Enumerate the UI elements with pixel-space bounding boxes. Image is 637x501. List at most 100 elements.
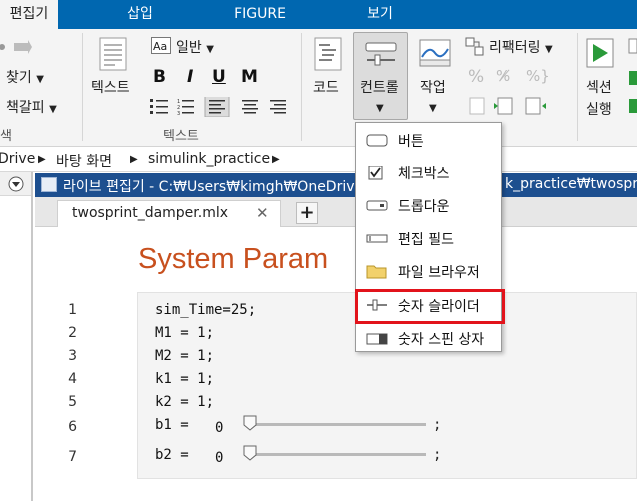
line-number: 6 [68, 419, 77, 435]
panel-header [0, 172, 31, 196]
control-button-label: 컨트롤 [360, 80, 399, 96]
slider-value: 0 [215, 450, 224, 466]
bookmark-button[interactable]: 책갈피 ▼ [6, 97, 57, 117]
code-button[interactable]: 코드 [313, 77, 339, 97]
menu-item-button[interactable]: 버튼 [356, 125, 501, 155]
highlight-box [355, 289, 505, 324]
breadcrumb-item-drive[interactable]: Drive [0, 151, 35, 167]
code-line[interactable]: k2 = 1; [155, 394, 214, 410]
menu-item-edit-field[interactable]: 편집 필드 [356, 223, 501, 253]
breadcrumb: Drive ▶ 바탕 화면 ▶ simulink_practice ▶ [0, 148, 637, 172]
menu-item-checkbox[interactable]: 체크박스 [356, 157, 501, 187]
tab-editor[interactable]: 편집기 [0, 0, 58, 29]
code-line[interactable]: M2 = 1; [155, 348, 214, 364]
menu-item-label: 체크박스 [398, 166, 450, 182]
folder-icon [366, 265, 387, 279]
control-dropdown-arrow: ▼ [376, 103, 384, 114]
navigate-group-label: 색 [0, 129, 12, 144]
ribbon-separator [301, 33, 302, 141]
code-line[interactable]: M1 = 1; [155, 325, 214, 341]
slider-variable-label[interactable]: b1 = [155, 417, 189, 433]
refactor-dropdown[interactable]: 리팩터링 ▼ [489, 37, 553, 57]
section-title[interactable]: System Param [138, 243, 328, 276]
ribbon-separator [577, 33, 578, 141]
find-button[interactable]: 찾기 ▼ [6, 67, 44, 87]
window-title: 라이브 편집기 - C:₩Users₩kimgh₩OneDriv [63, 179, 355, 195]
svg-text:3: 3 [177, 111, 180, 117]
ribbon: 찾기 ▼ 책갈피 ▼ 색 텍스트 Aa 일반 ▼ B I U M 1 2 3 텍… [0, 29, 637, 147]
indent-icons[interactable] [468, 95, 550, 117]
menu-item-label: 버튼 [398, 134, 424, 150]
editor-tab-row: twosprint_damper.mlx ✕ + [35, 197, 637, 227]
task-button[interactable]: 작업 [420, 77, 446, 97]
task-icon [419, 39, 451, 67]
menu-item-label: 숫자 스핀 상자 [398, 332, 485, 348]
panel-menu-icon[interactable] [8, 176, 24, 192]
run-options-icons[interactable] [628, 37, 637, 117]
slider-value: 0 [215, 420, 224, 436]
menu-item-dropdown[interactable]: 드롭다운 [356, 190, 501, 220]
live-editor-titlebar: 라이브 편집기 - C:₩Users₩kimgh₩OneDriv k_pract… [35, 173, 637, 197]
monospace-button[interactable]: M [241, 67, 258, 87]
breadcrumb-separator-icon: ▶ [38, 154, 46, 165]
slider-track[interactable] [248, 423, 426, 426]
underline-button[interactable]: U [212, 67, 226, 87]
slider-thumb[interactable] [243, 445, 257, 461]
svg-text:Aa: Aa [153, 40, 167, 53]
close-icon[interactable]: ✕ [256, 204, 269, 222]
line-number: 1 [68, 302, 77, 318]
breadcrumb-separator-icon: ▶ [130, 154, 138, 165]
menu-item-file-browser[interactable]: 파일 브라우저 [356, 256, 501, 286]
text-icon [99, 37, 127, 71]
checkbox-icon [368, 166, 383, 180]
menu-item-label: 드롭다운 [398, 199, 450, 215]
control-icon [365, 42, 397, 66]
text-group-label: 텍스트 [163, 129, 199, 144]
spinner-icon [366, 333, 388, 345]
edit-field-icon [366, 234, 388, 243]
code-line[interactable]: k1 = 1; [155, 371, 214, 387]
ribbon-tab-bar: 편집기 삽입 FIGURE 보기 [0, 0, 637, 29]
section-run-button[interactable]: 섹션 [586, 77, 612, 97]
slider-semicolon: ; [433, 447, 442, 463]
menu-item-label: 파일 브라우저 [398, 265, 480, 281]
line-number: 4 [68, 371, 77, 387]
line-number: 3 [68, 348, 77, 364]
style-icon: Aa [151, 37, 171, 54]
slider-variable-label[interactable]: b2 = [155, 447, 189, 463]
dropdown-icon [366, 200, 388, 211]
breadcrumb-separator-icon: ▶ [272, 154, 280, 165]
italic-button[interactable]: I [187, 67, 193, 87]
line-number: 2 [68, 325, 77, 341]
slider-track[interactable] [248, 453, 426, 456]
window-title-tail: k_practice₩twosprin [505, 176, 637, 192]
file-tab-name: twosprint_damper.mlx [72, 205, 229, 221]
style-dropdown[interactable]: 일반 ▼ [176, 37, 214, 57]
task-dropdown-arrow: ▼ [429, 103, 437, 114]
new-tab-button[interactable]: + [296, 202, 318, 224]
code-icon [314, 37, 342, 71]
percent-comment-icon[interactable]: % [468, 67, 484, 87]
uncomment-icon[interactable]: %̸ [496, 67, 510, 85]
line-number: 5 [68, 394, 77, 410]
text-button[interactable]: 텍스트 [91, 77, 130, 97]
forward-arrow-icon[interactable] [0, 40, 32, 54]
breadcrumb-item-folder[interactable]: simulink_practice [148, 151, 270, 167]
line-number: 7 [68, 449, 77, 465]
ribbon-separator [82, 33, 83, 141]
wrap-comment-icon[interactable]: %} [526, 67, 550, 85]
paragraph-format-icons[interactable]: 1 2 3 [150, 97, 290, 117]
menu-item-numeric-spinner[interactable]: 숫자 스핀 상자 [356, 323, 501, 353]
tab-view[interactable]: 보기 [345, 0, 415, 29]
bold-button[interactable]: B [153, 67, 166, 87]
button-icon [366, 134, 388, 147]
tab-file[interactable]: twosprint_damper.mlx ✕ [57, 200, 281, 227]
code-line[interactable]: sim_Time=25; [155, 302, 256, 318]
tab-figure[interactable]: FIGURE [220, 0, 300, 29]
tab-insert[interactable]: 삽입 [105, 0, 175, 29]
breadcrumb-item-desktop[interactable]: 바탕 화면 [56, 151, 112, 171]
slider-semicolon: ; [433, 417, 442, 433]
slider-thumb[interactable] [243, 415, 257, 431]
section-run-button-line2: 실행 [586, 102, 612, 118]
current-folder-panel [0, 172, 33, 501]
